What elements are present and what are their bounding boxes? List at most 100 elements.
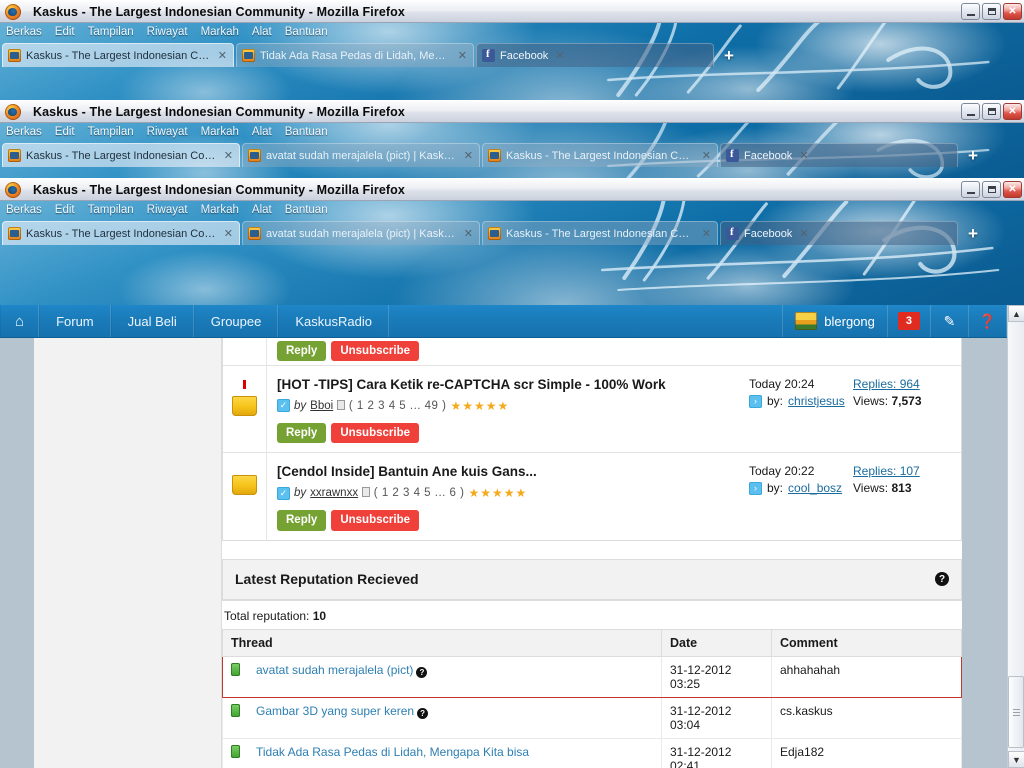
tab-avatat[interactable]: avatat sudah merajalela (pict) | Kaskus … (242, 221, 480, 245)
thread-title[interactable]: [Cendol Inside] Bantuin Ane kuis Gans... (277, 464, 745, 481)
thread-title[interactable]: [HOT -TIPS] Cara Ketik re-CAPTCHA scr Si… (277, 377, 745, 394)
new-tab-button[interactable]: + (960, 223, 986, 245)
menu-berkas[interactable]: Berkas (6, 204, 42, 216)
question-circle-icon[interactable]: ? (416, 666, 428, 678)
tab-close-icon[interactable]: ✕ (702, 149, 711, 162)
menu-edit[interactable]: Edit (55, 26, 75, 38)
tab-close-icon[interactable]: ✕ (555, 49, 564, 62)
nav-item-groupee[interactable]: Groupee (193, 305, 279, 337)
firefox-window-2[interactable]: Kaskus - The Largest Indonesian Communit… (0, 100, 1024, 183)
menu-berkas[interactable]: Berkas (6, 26, 42, 38)
tab-close-icon[interactable]: ✕ (224, 149, 233, 162)
tab-close-icon[interactable]: ✕ (464, 149, 473, 162)
page-links[interactable]: ( 1 2 3 4 5 ... 49 ) (337, 399, 446, 412)
table-row[interactable]: [Cendol Inside] Bantuin Ane kuis Gans...… (223, 452, 961, 540)
unsubscribe-button[interactable]: Unsubscribe (331, 341, 419, 362)
tab-facebook[interactable]: Facebook ✕ (720, 143, 958, 167)
tab-kaskus-1[interactable]: Kaskus - The Largest Indonesian Commu...… (2, 221, 240, 245)
tab-kaskus-2[interactable]: Kaskus - The Largest Indonesian Commu...… (482, 221, 718, 245)
menu-tampilan[interactable]: Tampilan (88, 126, 134, 138)
window-1-menubar[interactable]: Berkas Edit Tampilan Riwayat Markah Alat… (0, 23, 1024, 41)
menu-tampilan[interactable]: Tampilan (88, 26, 134, 38)
thread-link[interactable]: Gambar 3D yang super keren (256, 704, 414, 718)
minimize-button[interactable] (961, 181, 980, 198)
thread-author-link[interactable]: xxrawnxx (310, 487, 358, 499)
menu-riwayat[interactable]: Riwayat (147, 204, 188, 216)
menu-bantuan[interactable]: Bantuan (285, 126, 328, 138)
tab-kaskus-2[interactable]: Kaskus - The Largest Indonesian Commu...… (482, 143, 718, 167)
notifications-button[interactable]: 3 (888, 305, 931, 337)
menu-riwayat[interactable]: Riwayat (147, 26, 188, 38)
tab-close-icon[interactable]: ✕ (218, 49, 227, 62)
question-circle-icon[interactable]: ? (417, 707, 429, 719)
checkbox-icon[interactable]: ✓ (277, 399, 290, 413)
question-circle-icon[interactable]: ? (935, 572, 949, 586)
menu-alat[interactable]: Alat (252, 126, 272, 138)
tab-close-icon[interactable]: ✕ (799, 227, 808, 240)
menu-riwayat[interactable]: Riwayat (147, 126, 188, 138)
new-tab-button[interactable]: + (716, 45, 742, 67)
last-poster-link[interactable]: christjesus (788, 394, 845, 408)
menu-tampilan[interactable]: Tampilan (88, 204, 134, 216)
close-button[interactable]: ✕ (1003, 3, 1022, 20)
window-2-titlebar[interactable]: Kaskus - The Largest Indonesian Communit… (0, 100, 1024, 123)
table-row[interactable]: avatat sudah merajalela (pict)? 31-12-20… (222, 655, 962, 698)
window-1-tabstrip[interactable]: Kaskus - The Largest Indonesian Commu...… (0, 41, 1024, 67)
menu-bantuan[interactable]: Bantuan (285, 204, 328, 216)
goto-last-post-icon[interactable]: › (749, 394, 762, 408)
nav-item-jual-beli[interactable]: Jual Beli (110, 305, 194, 337)
menu-markah[interactable]: Markah (201, 204, 239, 216)
window-2-menubar[interactable]: Berkas Edit Tampilan Riwayat Markah Alat… (0, 123, 1024, 141)
reply-button[interactable]: Reply (277, 422, 327, 444)
new-tab-button[interactable]: + (960, 145, 986, 167)
menu-alat[interactable]: Alat (252, 26, 272, 38)
thread-link[interactable]: Tidak Ada Rasa Pedas di Lidah, Mengapa K… (256, 745, 529, 759)
window-1-titlebar[interactable]: Kaskus - The Largest Indonesian Communit… (0, 0, 1024, 23)
window-2-tabstrip[interactable]: Kaskus - The Largest Indonesian Commu...… (0, 141, 1024, 167)
help-button[interactable]: ❓ (969, 305, 1007, 337)
minimize-button[interactable] (961, 103, 980, 120)
table-row[interactable]: Gambar 3D yang super keren? 31-12-2012 0… (222, 696, 962, 739)
page-links[interactable]: ( 1 2 3 4 5 ... 6 ) (362, 487, 464, 499)
window-3-titlebar[interactable]: Kaskus - The Largest Indonesian Communit… (0, 178, 1024, 201)
compose-button[interactable]: ✎ (931, 305, 969, 337)
window-3-menubar[interactable]: Berkas Edit Tampilan Riwayat Markah Alat… (0, 201, 1024, 219)
firefox-window-1[interactable]: Kaskus - The Largest Indonesian Communit… (0, 0, 1024, 105)
menu-berkas[interactable]: Berkas (6, 126, 42, 138)
menu-markah[interactable]: Markah (201, 26, 239, 38)
minimize-button[interactable] (961, 3, 980, 20)
restore-button[interactable] (982, 3, 1001, 20)
table-row[interactable]: [HOT -TIPS] Cara Ketik re-CAPTCHA scr Si… (223, 365, 961, 453)
user-menu[interactable]: blergong (783, 305, 888, 337)
thread-link[interactable]: avatat sudah merajalela (pict) (256, 663, 413, 677)
scrollbar-thumb[interactable] (1008, 676, 1024, 748)
menu-edit[interactable]: Edit (55, 204, 75, 216)
checkbox-icon[interactable]: ✓ (277, 486, 290, 500)
menu-edit[interactable]: Edit (55, 126, 75, 138)
menu-alat[interactable]: Alat (252, 204, 272, 216)
tab-pedas[interactable]: Tidak Ada Rasa Pedas di Lidah, Mengapa..… (236, 43, 474, 67)
tab-close-icon[interactable]: ✕ (464, 227, 473, 240)
goto-last-post-icon[interactable]: › (749, 481, 762, 495)
tab-close-icon[interactable]: ✕ (224, 227, 233, 240)
restore-button[interactable] (982, 103, 1001, 120)
window-3-tabstrip[interactable]: Kaskus - The Largest Indonesian Commu...… (0, 219, 1024, 245)
firefox-window-3[interactable]: Kaskus - The Largest Indonesian Communit… (0, 178, 1024, 305)
reply-button[interactable]: Reply (277, 510, 327, 531)
replies-link[interactable]: Replies: 107 (853, 464, 961, 478)
nav-home-button[interactable]: ⌂ (0, 305, 40, 337)
close-button[interactable]: ✕ (1003, 181, 1022, 198)
tab-kaskus-1[interactable]: Kaskus - The Largest Indonesian Commu...… (2, 143, 240, 167)
tab-close-icon[interactable]: ✕ (702, 227, 711, 240)
unsubscribe-button[interactable]: Unsubscribe (331, 422, 419, 444)
menu-markah[interactable]: Markah (201, 126, 239, 138)
kaskus-navbar[interactable]: ⌂ Forum Jual Beli Groupee KaskusRadio bl… (0, 305, 1007, 338)
tab-close-icon[interactable]: ✕ (458, 49, 467, 62)
nav-item-forum[interactable]: Forum (39, 305, 111, 337)
restore-button[interactable] (982, 181, 1001, 198)
scroll-down-button[interactable]: ▼ (1008, 751, 1024, 768)
nav-item-kaskusradio[interactable]: KaskusRadio (278, 305, 389, 337)
menu-bantuan[interactable]: Bantuan (285, 26, 328, 38)
replies-link[interactable]: Replies: 964 (853, 377, 961, 391)
scroll-up-button[interactable]: ▲ (1008, 305, 1024, 322)
